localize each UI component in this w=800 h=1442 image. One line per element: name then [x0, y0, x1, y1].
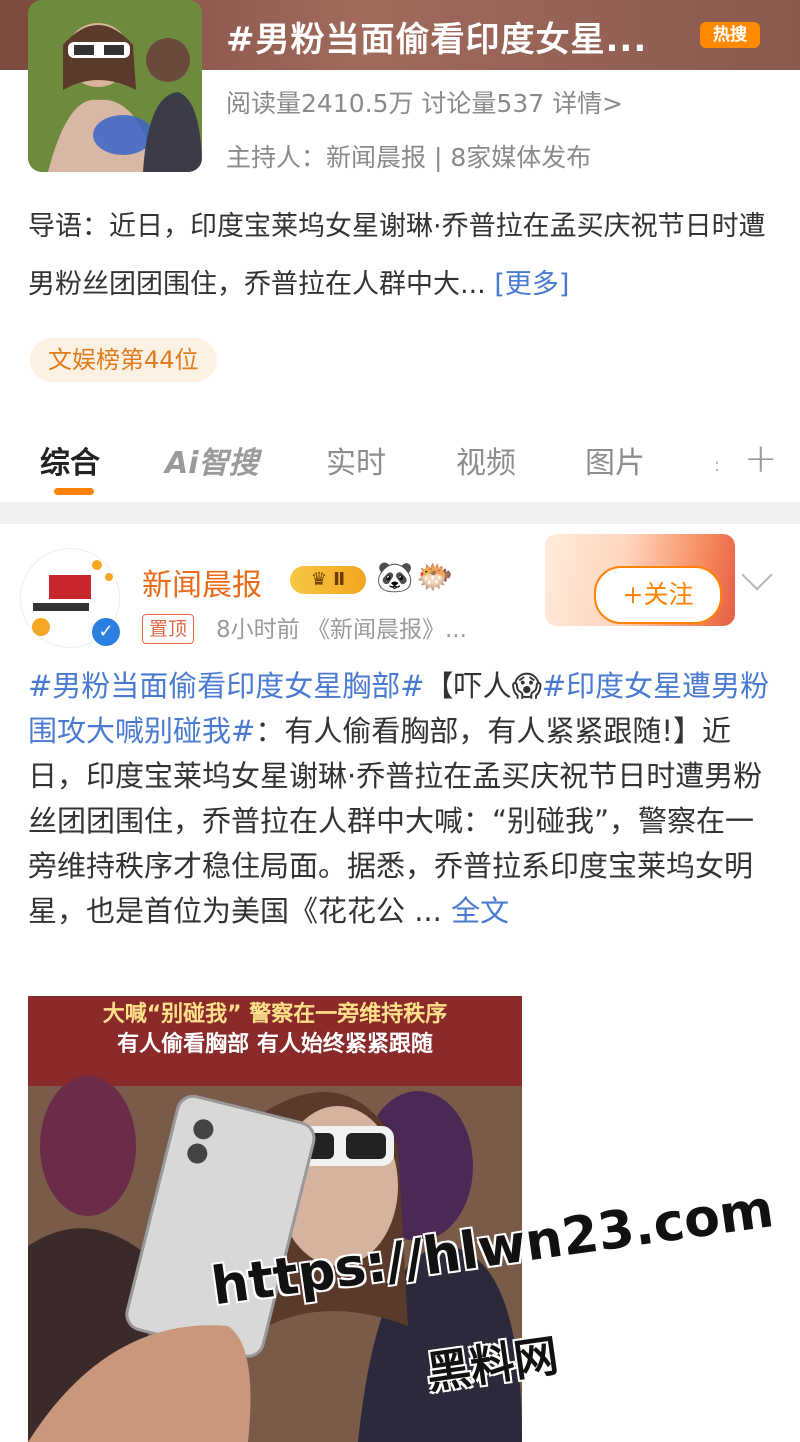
full-text-link[interactable]: 全文 [451, 894, 509, 928]
rank-badge[interactable]: 文娱榜第44位 [30, 338, 217, 382]
tab-realtime[interactable]: 实时 [326, 438, 386, 482]
search-tabs: 综合 Ai智搜 实时 视频 图片 [0, 430, 800, 502]
author-name[interactable]: 新闻晨报 [142, 560, 262, 604]
topic-cover-image[interactable] [28, 0, 202, 172]
tab-images[interactable]: 图片 [585, 438, 645, 482]
add-tab-icon[interactable]: + [744, 436, 778, 482]
active-tab-indicator [54, 488, 94, 495]
topic-host: 主持人：新闻晨报 | 8家媒体发布 [226, 143, 592, 172]
chevron-down-icon[interactable] [741, 559, 773, 591]
image-caption-top: 大喊“别碰我” 警察在一旁维持秩序 [102, 1002, 448, 1027]
tab-video[interactable]: 视频 [456, 438, 516, 482]
tab-ai-search[interactable]: Ai智搜 [165, 438, 259, 482]
crown-icon: ♛ [310, 569, 327, 590]
tab-comprehensive[interactable]: 综合 [40, 438, 100, 482]
vip-level-badge: ♛ Ⅱ [290, 566, 366, 594]
tab-overflow-dots: : [714, 455, 721, 476]
hashtag-link[interactable]: #男粉当面偷看印度女星胸部# [28, 669, 425, 703]
fish-icon: 🐡 [416, 560, 454, 595]
post-text: #男粉当面偷看印度女星胸部#【吓人😱#印度女星遭男粉围攻大喊别碰我#：有人偷看胸… [28, 664, 776, 934]
post-text-segment: 【吓人😱 [424, 669, 542, 703]
topic-title: #男粉当面偷看印度女星... [226, 20, 648, 60]
pinned-badge: 置顶 [142, 614, 195, 644]
topic-intro: 导语：近日，印度宝莱坞女星谢琳·乔普拉在孟买庆祝节日时遭男粉丝团团围住，乔普拉在… [28, 198, 778, 314]
intro-more-link[interactable]: [更多] [494, 269, 569, 300]
topic-stats[interactable]: 阅读量2410.5万 讨论量537 详情> [226, 84, 623, 120]
verified-icon: ✓ [90, 616, 122, 648]
section-divider [0, 502, 800, 524]
image-caption-second: 有人偷看胸部 有人始终紧紧跟随 [117, 1032, 433, 1057]
follow-button[interactable]: +关注 [594, 566, 722, 624]
post-meta: 8小时前 《新闻晨报》... [216, 617, 467, 643]
hot-search-badge: 热搜 [700, 22, 760, 48]
panda-icon: 🐼 [376, 560, 414, 595]
vip-level: Ⅱ [333, 569, 346, 590]
topic-intro-text: 导语：近日，印度宝莱坞女星谢琳·乔普拉在孟买庆祝节日时遭男粉丝团团围住，乔普拉在… [28, 211, 766, 300]
